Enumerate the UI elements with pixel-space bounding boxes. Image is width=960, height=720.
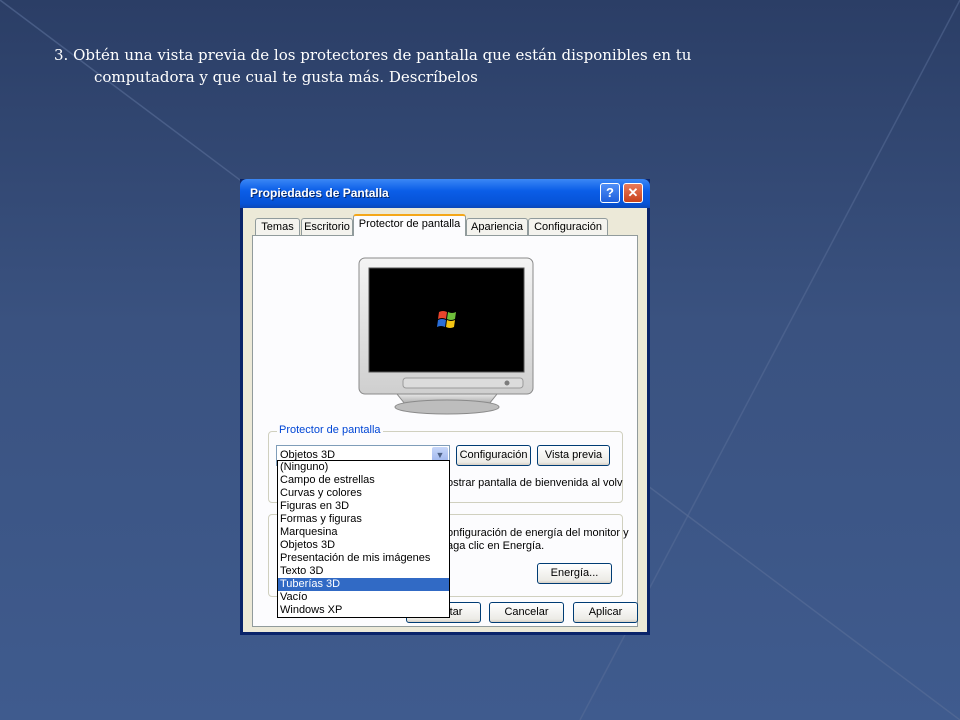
welcome-screen-label: ostrar pantalla de bienvenida al volv [447, 477, 623, 489]
title-bar[interactable]: Propiedades de Pantalla ? ✕ [240, 179, 650, 208]
slide-instruction: 3. Obtén una vista previa de los protect… [54, 44, 874, 88]
list-item[interactable]: Objetos 3D [278, 539, 449, 552]
tab-escritorio[interactable]: Escritorio [301, 218, 353, 235]
tab-protector-de-pantalla[interactable]: Protector de pantalla [353, 214, 466, 236]
power-text-line-2: aga clic en Energía. [447, 540, 545, 552]
energia-button[interactable]: Energía... [537, 563, 612, 584]
aplicar-button[interactable]: Aplicar [573, 602, 638, 623]
list-item-highlighted[interactable]: Tuberías 3D [278, 578, 449, 591]
vista-previa-button[interactable]: Vista previa [537, 445, 610, 466]
list-item[interactable]: Texto 3D [278, 565, 449, 578]
tab-configuracion[interactable]: Configuración [528, 218, 608, 235]
instruction-line-1: 3. Obtén una vista previa de los protect… [54, 46, 692, 64]
screensaver-group-label: Protector de pantalla [277, 424, 383, 436]
list-item[interactable]: Vacío [278, 591, 449, 604]
list-item[interactable]: Marquesina [278, 526, 449, 539]
list-item[interactable]: Windows XP [278, 604, 449, 617]
list-item[interactable]: Curvas y colores [278, 487, 449, 500]
tab-temas[interactable]: Temas [255, 218, 300, 235]
list-item[interactable]: (Ninguno) [278, 461, 449, 474]
list-item[interactable]: Formas y figuras [278, 513, 449, 526]
window-title: Propiedades de Pantalla [250, 186, 389, 200]
instruction-line-2: computadora y que cual te gusta más. Des… [94, 68, 478, 86]
list-item[interactable]: Campo de estrellas [278, 474, 449, 487]
close-button[interactable]: ✕ [623, 183, 643, 203]
crt-monitor-icon [358, 257, 534, 415]
list-item[interactable]: Figuras en 3D [278, 500, 449, 513]
tab-apariencia[interactable]: Apariencia [466, 218, 528, 235]
screensaver-dropdown-list[interactable]: (Ninguno) Campo de estrellas Curvas y co… [277, 460, 450, 618]
configuracion-button[interactable]: Configuración [456, 445, 531, 466]
cancelar-button[interactable]: Cancelar [489, 602, 564, 623]
help-button[interactable]: ? [600, 183, 620, 203]
list-item[interactable]: Presentación de mis imágenes [278, 552, 449, 565]
power-text-line-1: onfiguración de energía del monitor y [447, 527, 629, 539]
